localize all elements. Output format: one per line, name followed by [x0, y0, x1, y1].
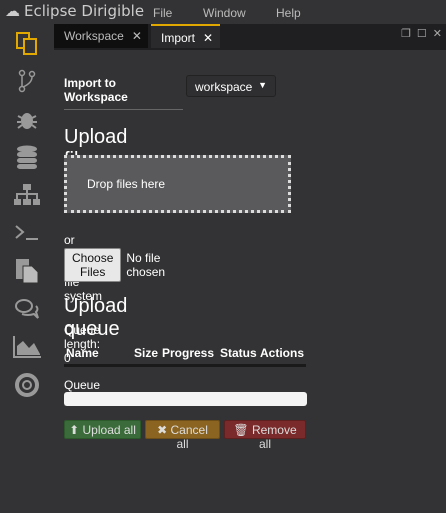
chart-icon[interactable]: [0, 328, 54, 366]
queue-table-header: Name Size Progress Status Actions: [64, 344, 306, 367]
import-label: Import to Workspace: [64, 76, 183, 110]
workspace-icon[interactable]: [0, 24, 54, 62]
tab-bar: Workspace ✕ Import ✕ ❐ ☐ ✕: [54, 24, 446, 50]
col-status: Status: [220, 346, 257, 360]
tab-workspace[interactable]: Workspace ✕: [54, 24, 148, 48]
terminal-icon[interactable]: [0, 214, 54, 252]
col-progress: Progress: [162, 346, 215, 360]
choose-files-button[interactable]: Choose Files: [64, 248, 122, 282]
menu-bar: ☁ Eclipse Dirigible File Window Help: [0, 0, 446, 24]
menu-window[interactable]: Window: [203, 6, 246, 20]
selected-workspace: workspace: [195, 80, 253, 94]
debug-icon[interactable]: [0, 100, 54, 138]
no-file-text: No file chosen: [126, 251, 166, 279]
close-view-icon[interactable]: ✕: [433, 27, 442, 40]
brand: ☁ Eclipse Dirigible: [5, 2, 144, 20]
cancel-icon: ✖: [157, 423, 168, 437]
maximize-icon[interactable]: ☐: [417, 27, 427, 40]
workspace-select[interactable]: workspace ▼: [186, 75, 276, 97]
close-icon[interactable]: ✕: [132, 29, 142, 43]
tab-label: Workspace: [64, 29, 124, 43]
cancel-all-label: Cancel all: [170, 423, 208, 451]
upload-all-button[interactable]: ⬆ Upload all: [64, 420, 141, 439]
upload-all-label: Upload all: [82, 423, 136, 437]
chat-icon[interactable]: [0, 290, 54, 328]
close-icon[interactable]: ✕: [203, 31, 213, 45]
documents-icon[interactable]: [0, 252, 54, 290]
upload-icon: ⬆: [69, 423, 80, 437]
menu-file[interactable]: File: [153, 6, 172, 20]
caret-down-icon: ▼: [258, 80, 267, 90]
remove-all-label: Remove all: [251, 423, 297, 451]
cancel-all-button[interactable]: ✖ Cancel all: [145, 420, 220, 451]
database-icon[interactable]: [0, 138, 54, 176]
help-icon[interactable]: [0, 366, 54, 404]
trash-icon: 🗑: [233, 423, 249, 437]
col-name: Name: [66, 346, 99, 360]
tab-import[interactable]: Import ✕: [151, 24, 220, 48]
queue-progress-bar: [64, 392, 307, 406]
cloud-icon: ☁: [5, 2, 20, 20]
col-size: Size: [134, 346, 159, 360]
git-icon[interactable]: [0, 62, 54, 100]
hierarchy-icon[interactable]: [0, 176, 54, 214]
sidebar: [0, 24, 54, 404]
col-actions: Actions: [260, 346, 305, 360]
drop-zone[interactable]: Drop files here: [64, 155, 291, 213]
tab-label: Import: [161, 31, 196, 45]
menu-help[interactable]: Help: [276, 6, 301, 20]
remove-all-button[interactable]: 🗑 Remove all: [224, 420, 306, 451]
restore-icon[interactable]: ❐: [401, 27, 411, 40]
app-title: Eclipse Dirigible: [24, 2, 145, 20]
